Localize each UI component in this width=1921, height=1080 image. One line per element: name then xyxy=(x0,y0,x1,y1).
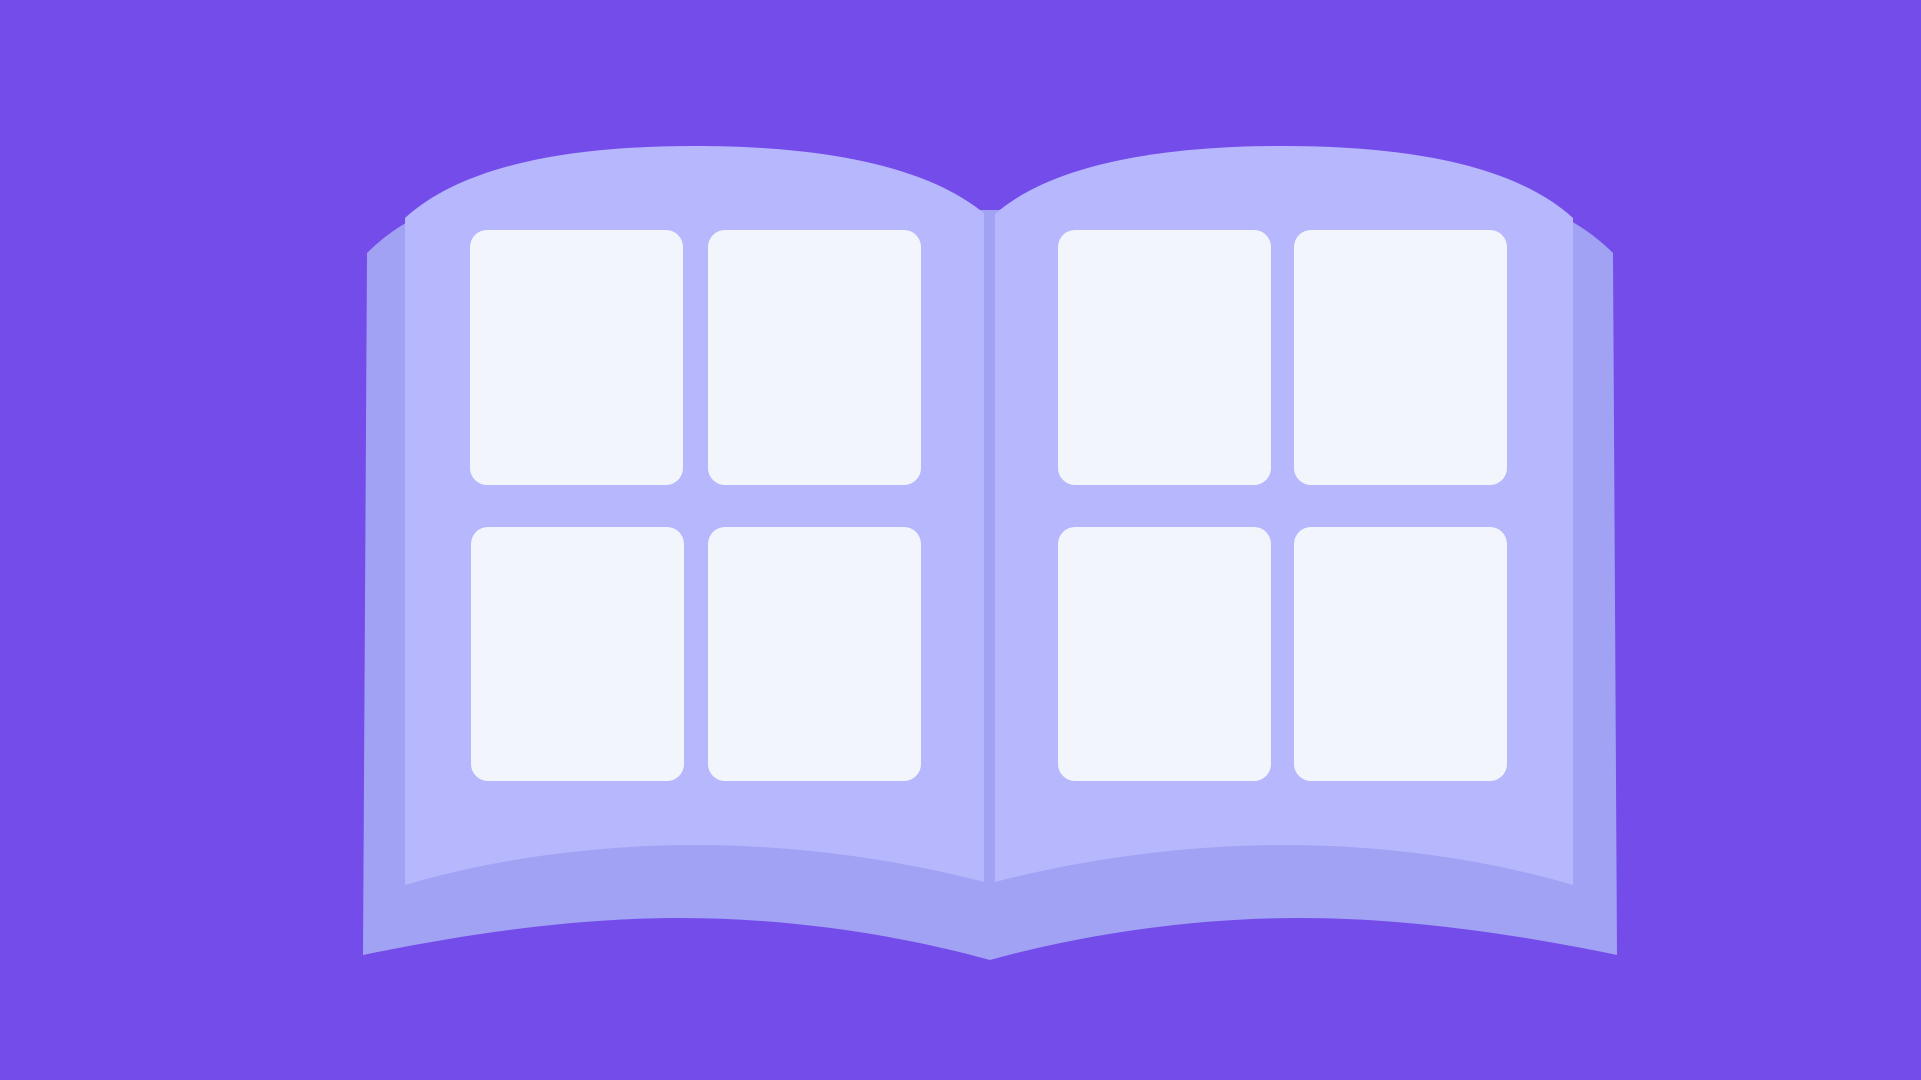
photo-slot xyxy=(1294,527,1507,781)
photo-slot xyxy=(1294,230,1507,485)
photo-slot xyxy=(1058,527,1271,781)
photo-slot xyxy=(708,527,921,781)
album-svg xyxy=(0,0,1921,1080)
album-illustration xyxy=(0,0,1921,1080)
album-spine xyxy=(984,212,995,884)
photo-slot xyxy=(1058,230,1271,485)
photo-slot xyxy=(708,230,921,485)
photo-slot xyxy=(470,230,683,485)
photo-slot xyxy=(471,527,684,781)
